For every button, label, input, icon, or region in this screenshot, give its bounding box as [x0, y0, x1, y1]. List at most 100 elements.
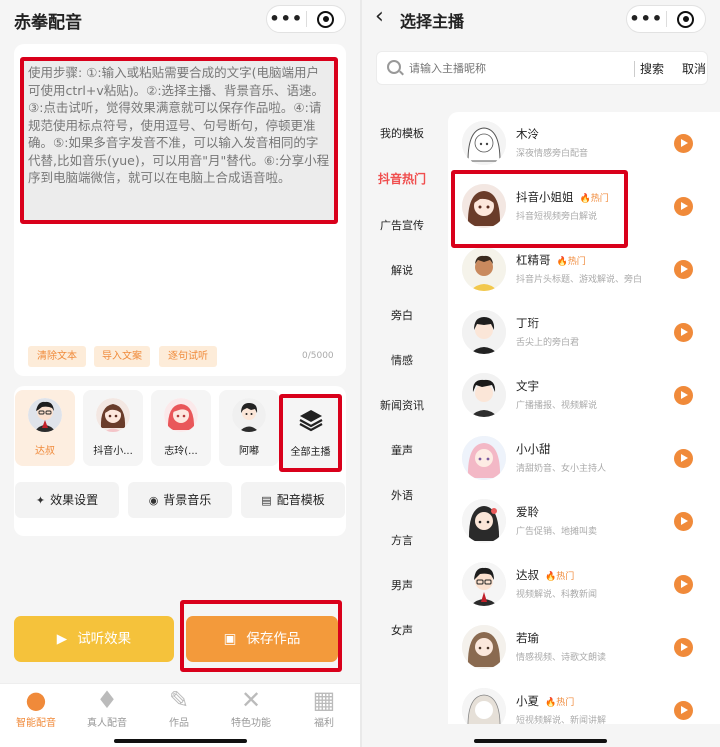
anchor-desc: 视频解说、科教新闻 [516, 590, 598, 600]
anchor-item-douyin[interactable]: 抖音小... [83, 390, 143, 466]
play-icon[interactable] [674, 638, 693, 657]
all-anchors-button[interactable]: 全部主播 [279, 394, 342, 472]
flame-icon: 🔥 [545, 698, 557, 708]
category-news[interactable]: 新闻资讯 [362, 397, 442, 413]
anchor-name: 文宇 [516, 379, 539, 393]
anchor-row[interactable]: 达叔 🔥热门 视频解说、科教新闻 [448, 553, 720, 616]
tab-welfare[interactable]: ▦ 福利 [294, 686, 354, 729]
app-title: 赤拳配音 [14, 13, 82, 33]
text-input[interactable]: 使用步骤: ①:输入或粘贴需要合成的文字(电脑端用户可使用ctrl+v粘贴)。②… [20, 57, 338, 224]
hot-badge: 🔥热门 [545, 572, 575, 582]
avatar-dingheng-icon [462, 310, 506, 354]
selected-anchor-highlight-box [451, 170, 628, 248]
anchor-row[interactable]: 文宇 广播播报、视频解说 [448, 364, 720, 427]
tab-features[interactable]: ✕ 特色功能 [221, 686, 281, 729]
pencil-ruler-icon: ✎ [168, 686, 190, 714]
magic-wand-icon: ✦ [35, 494, 46, 507]
play-icon[interactable] [674, 197, 693, 216]
category-foreign[interactable]: 外语 [362, 487, 442, 503]
avatar-ruoyu-icon [462, 625, 506, 669]
flame-icon: 🔥 [545, 572, 557, 582]
anchor-desc: 清甜奶音、女小主持人 [516, 464, 607, 474]
anchor-item-adu[interactable]: 阿嘟 [219, 390, 279, 466]
tools-icon: ✕ [240, 686, 262, 714]
preview-effect-button[interactable]: ▶ 试听效果 [14, 616, 174, 662]
avatar-dashu-icon [462, 562, 506, 606]
avatar-douyin-icon [96, 398, 130, 432]
anchor-name: 杠精哥 🔥热门 [516, 253, 586, 267]
play-icon[interactable] [674, 449, 693, 468]
flame-icon: 🔥 [556, 257, 568, 267]
mini-program-capsule: ••• [266, 5, 346, 33]
close-program-button[interactable] [667, 10, 706, 28]
close-program-button[interactable] [307, 10, 346, 28]
import-text-button[interactable]: 导入文案 [94, 346, 150, 367]
avatar-xiaoxia-icon [462, 688, 506, 724]
mini-program-capsule: ••• [626, 5, 706, 33]
book-icon: ▤ [261, 494, 272, 507]
tab-label: 特色功能 [231, 718, 271, 729]
play-icon[interactable] [674, 701, 693, 720]
anchor-desc: 深夜情感旁白配音 [516, 149, 589, 159]
play-icon: ▶ [56, 631, 68, 647]
clear-text-button[interactable]: 清除文本 [28, 346, 86, 367]
category-my-templates[interactable]: 我的模板 [362, 125, 442, 141]
category-dialect[interactable]: 方言 [362, 532, 442, 548]
back-chevron-icon[interactable]: ‹ [375, 6, 384, 28]
search-input[interactable] [409, 57, 619, 79]
tie-icon: ♦ [96, 686, 118, 714]
anchor-row[interactable]: 木泠 深夜情感旁白配音 [448, 112, 720, 175]
category-male-voice[interactable]: 男声 [362, 577, 442, 593]
anchor-name: 小夏 🔥热门 [516, 694, 575, 708]
effects-settings-button[interactable]: ✦ 效果设置 [15, 482, 119, 518]
anchor-row[interactable]: 小小甜 清甜奶音、女小主持人 [448, 427, 720, 490]
play-icon[interactable] [674, 575, 693, 594]
sentence-preview-button[interactable]: 逐句试听 [159, 346, 217, 367]
category-female-voice[interactable]: 女声 [362, 622, 442, 638]
anchor-row[interactable]: 丁珩 舌尖上的旁白君 [448, 301, 720, 364]
anchor-desc: 舌尖上的旁白君 [516, 338, 580, 348]
play-icon[interactable] [674, 512, 693, 531]
anchor-desc: 广告促销、地摊叫卖 [516, 527, 598, 537]
play-icon[interactable] [674, 386, 693, 405]
category-advertising[interactable]: 广告宣传 [362, 217, 442, 233]
bgm-label: 背景音乐 [163, 493, 212, 507]
dubbing-template-button[interactable]: ▤ 配音模板 [241, 482, 345, 518]
more-menu-button[interactable]: ••• [627, 7, 666, 31]
play-icon[interactable] [674, 260, 693, 279]
gift-icon: ▦ [312, 686, 336, 714]
tab-works[interactable]: ✎ 作品 [149, 686, 209, 729]
category-narration[interactable]: 旁白 [362, 307, 442, 323]
category-commentary[interactable]: 解说 [362, 262, 442, 278]
tab-human-dubbing[interactable]: ♦ 真人配音 [77, 686, 137, 729]
anchor-row[interactable]: 爱聆 广告促销、地摊叫卖 [448, 490, 720, 553]
hot-badge: 🔥热门 [556, 257, 586, 267]
anchor-row[interactable]: 若瑜 情感视频、诗歌文朗读 [448, 616, 720, 679]
avatar-xiaoxiaotian-icon [462, 436, 506, 480]
tab-label: 真人配音 [87, 718, 127, 729]
cancel-button[interactable]: 取消 [682, 60, 706, 77]
anchor-name: 丁珩 [516, 316, 539, 330]
anchor-item-zhiling[interactable]: 志玲(... [151, 390, 211, 466]
avatar-gangjing-icon [462, 247, 506, 291]
effects-label: 效果设置 [50, 493, 99, 507]
avatar-mulian-icon [462, 121, 506, 165]
anchor-desc: 抖音片头标题、游戏解说、旁白 [516, 275, 643, 285]
search-button[interactable]: 搜索 [640, 60, 664, 77]
anchor-row[interactable]: 小夏 🔥热门 短视频解说、新闻讲解 [448, 679, 720, 724]
category-douyin-hot[interactable]: 抖音热门 [362, 170, 442, 187]
play-icon[interactable] [674, 134, 693, 153]
anchor-item-dashu[interactable]: 达叔 [15, 390, 75, 466]
home-indicator [474, 739, 607, 743]
category-child-voice[interactable]: 童声 [362, 442, 442, 458]
category-emotion[interactable]: 情感 [362, 352, 442, 368]
background-music-button[interactable]: ◉ 背景音乐 [128, 482, 232, 518]
dubbing-screen: 赤拳配音 ••• 使用步骤: ①:输入或粘贴需要合成的文字(电脑端用户可使用ct… [0, 0, 360, 747]
play-icon[interactable] [674, 323, 693, 342]
more-menu-button[interactable]: ••• [267, 7, 306, 31]
choose-anchor-screen: ‹ 选择主播 ••• 搜索 取消 我的模板 抖音热门 广告宣传 解说 旁白 情感… [362, 0, 720, 747]
tab-label: 福利 [314, 718, 334, 729]
target-icon [677, 10, 695, 28]
tab-smart-dubbing[interactable]: ● 智能配音 [6, 686, 66, 729]
microphone-icon: ● [25, 686, 47, 714]
